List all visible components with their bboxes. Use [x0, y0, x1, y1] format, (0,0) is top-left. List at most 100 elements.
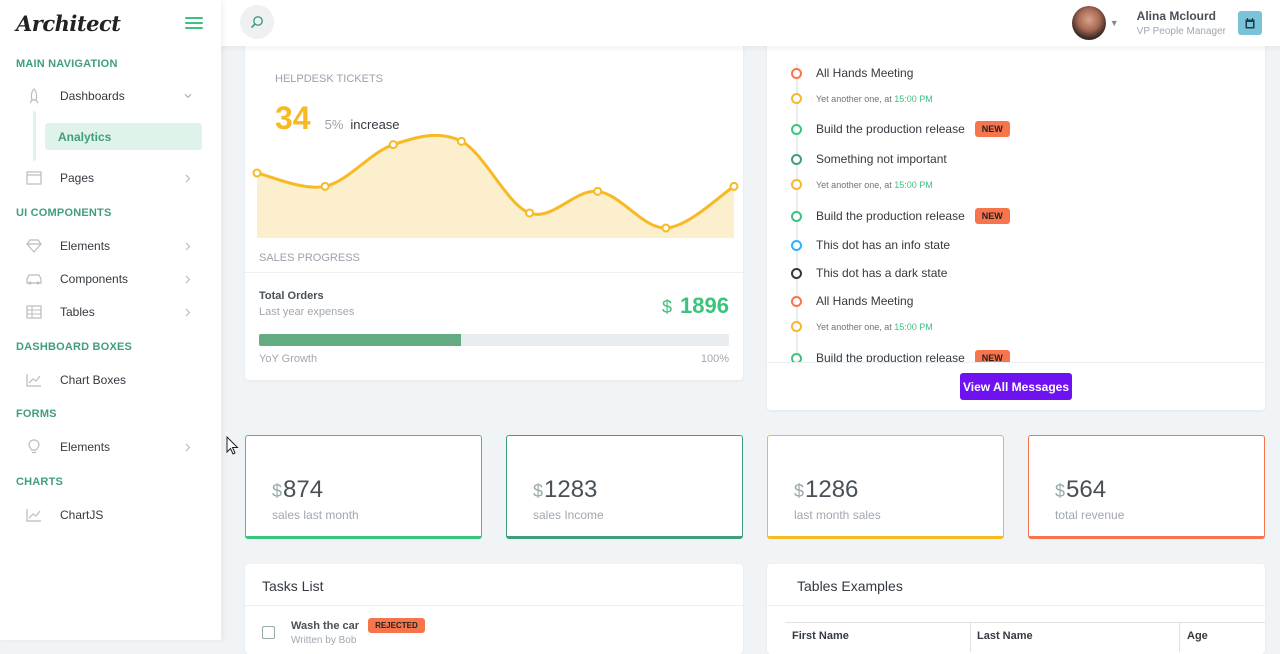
stat-label: total revenue [1055, 508, 1125, 522]
sidebar-item-analytics[interactable]: Analytics [45, 123, 202, 150]
app-logo: Architect [16, 10, 121, 36]
chart-point [525, 208, 535, 218]
sidebar-item-chartjs[interactable]: ChartJS [16, 502, 206, 528]
stat-value: $1286 [794, 476, 858, 504]
timeline-dot [791, 321, 802, 332]
table-header-age[interactable]: Age [1187, 630, 1208, 642]
table-header-first-name[interactable]: First Name [792, 630, 849, 642]
timeline-dot [791, 267, 802, 279]
nav-heading-forms: FORMS [16, 408, 57, 420]
search-button[interactable] [240, 5, 274, 39]
new-badge: NEW [974, 121, 1010, 137]
timeline-dot [791, 67, 802, 79]
timeline-subtext-label: Yet another one, at [816, 179, 895, 190]
timeline-item: Yet another one, at 15:00 PM [791, 321, 933, 332]
task-checkbox[interactable] [262, 626, 275, 639]
timeline-title: Build the production release [816, 351, 965, 362]
new-badge: NEW [974, 208, 1010, 224]
chart-point [320, 181, 330, 191]
timeline-dot [791, 295, 802, 307]
timeline-scroll[interactable]: All Hands Meeting Yet another one, at 15:… [767, 44, 1265, 362]
stat-currency: $ [1055, 481, 1066, 501]
timeline-title: Something not important [816, 152, 947, 166]
stat-value: $874 [272, 476, 323, 504]
user-menu[interactable]: ▼ Alina Mclourd VP People Manager [1071, 5, 1262, 41]
stat-number: 874 [283, 476, 324, 503]
timeline-dot [791, 239, 802, 251]
sales-section-title: SALES PROGRESS [259, 252, 360, 264]
sidebar-item-elements[interactable]: Elements [16, 233, 206, 259]
chart-point [456, 136, 466, 146]
menu-toggle-button[interactable] [185, 17, 203, 29]
timeline-item: This dot has a dark state [791, 266, 947, 280]
sidebar-item-pages[interactable]: Pages [16, 165, 206, 191]
avatar[interactable] [1071, 6, 1106, 40]
user-name: Alina Mclourd [1136, 9, 1217, 23]
chevron-right-icon [184, 174, 192, 182]
chevron-right-icon [184, 443, 192, 451]
sidebar-item-dashboards[interactable]: Dashboards [16, 83, 206, 109]
table-border [1179, 622, 1180, 652]
view-all-messages-button[interactable]: View All Messages [960, 373, 1072, 400]
sidebar-item-form-elements[interactable]: Elements [16, 434, 206, 460]
timeline-dot [791, 93, 802, 104]
timeline-subtext: Yet another one, at 15:00 PM [816, 322, 933, 332]
calendar-button[interactable] [1238, 11, 1262, 35]
timeline-subtext: Yet another one, at 15:00 PM [816, 94, 933, 104]
stat-value: $564 [1055, 476, 1106, 504]
table-icon [24, 304, 44, 320]
timeline-dot [791, 352, 802, 362]
timeline-subtext-label: Yet another one, at [816, 93, 895, 104]
sidebar-item-label: Pages [60, 171, 95, 185]
stat-widget: $564 total revenue [1028, 435, 1265, 539]
stat-number: 1286 [805, 476, 859, 503]
helpdesk-card: HELPDESK TICKETS 34 5% increase SALES PR… [245, 30, 743, 380]
timeline-dot [791, 153, 802, 165]
diamond-icon [24, 238, 44, 254]
timeline-item: All Hands Meeting [791, 294, 913, 308]
timeline-subtext: Yet another one, at 15:00 PM [816, 180, 933, 190]
timeline-time: 15:00 PM [894, 93, 933, 104]
sidebar-item-chart-boxes[interactable]: Chart Boxes [16, 367, 206, 393]
table-header-last-name[interactable]: Last Name [977, 630, 1033, 642]
sales-amount: $ 1896 [662, 293, 729, 319]
timeline-dot [791, 210, 802, 222]
timeline-item: Yet another one, at 15:00 PM [791, 179, 933, 190]
stat-number: 564 [1066, 476, 1107, 503]
nav-heading-charts: CHARTS [16, 476, 64, 488]
task-sub: Written by Bob [291, 635, 357, 646]
timeline-time: 15:00 PM [894, 179, 933, 190]
car-icon [24, 271, 44, 287]
timeline-title: This dot has an info state [816, 238, 951, 252]
sidebar-item-label: Dashboards [60, 89, 125, 103]
sales-value: 1896 [680, 293, 729, 318]
timeline-item: All Hands Meeting [791, 66, 913, 80]
nav-heading-main: MAIN NAVIGATION [16, 58, 118, 70]
submenu-line [33, 111, 36, 161]
timeline-title: This dot has a dark state [816, 266, 948, 280]
tasks-title: Tasks List [262, 578, 324, 594]
divider [767, 362, 1265, 363]
sidebar-item-label: Tables [60, 305, 95, 319]
divider [767, 605, 1265, 606]
graph-icon [24, 372, 44, 388]
divider [245, 605, 743, 606]
timeline-title: All Hands Meeting [816, 294, 914, 308]
timeline-item: Build the production release NEW [791, 208, 1010, 224]
calendar-icon [1245, 17, 1255, 28]
sidebar-item-tables[interactable]: Tables [16, 299, 206, 325]
sidebar: Architect MAIN NAVIGATION Dashboards Ana… [0, 0, 221, 640]
helpdesk-area-chart [252, 133, 739, 238]
chevron-down-icon [184, 92, 192, 100]
sidebar-item-label: Chart Boxes [60, 373, 127, 387]
task-title: Wash the car [291, 619, 360, 632]
helpdesk-title: HELPDESK TICKETS [275, 73, 383, 85]
new-badge: NEW [974, 350, 1010, 362]
task-item[interactable]: Wash the car REJECTED [291, 618, 425, 633]
lightbulb-icon [24, 439, 44, 455]
caret-down-icon[interactable]: ▼ [1110, 18, 1119, 28]
divider [245, 272, 743, 273]
chevron-right-icon [184, 308, 192, 316]
graph-icon [24, 507, 44, 523]
sidebar-item-components[interactable]: Components [16, 266, 206, 292]
